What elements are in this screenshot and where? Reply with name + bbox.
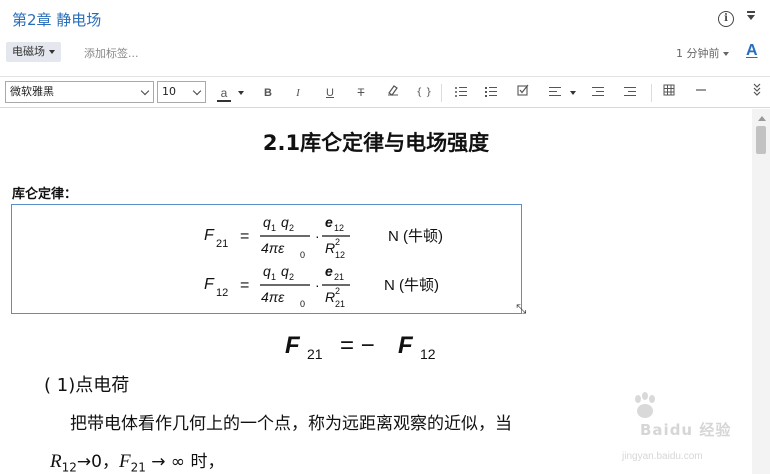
line-icon [696, 89, 706, 91]
svg-text:12: 12 [420, 346, 436, 362]
svg-text:12: 12 [334, 223, 344, 233]
svg-text:=: = [240, 277, 249, 294]
numbered-list-icon[interactable] [485, 87, 497, 97]
svg-text:q: q [263, 214, 271, 230]
chevron-down-icon [192, 86, 202, 96]
more-tools-icon[interactable] [746, 82, 768, 104]
svg-text:F: F [204, 227, 215, 244]
svg-text:=: = [240, 228, 249, 245]
svg-text:F: F [398, 332, 414, 359]
svg-text:4πε: 4πε [261, 240, 285, 256]
svg-text:0: 0 [300, 299, 305, 309]
vertical-scrollbar[interactable] [752, 109, 770, 474]
svg-text:2: 2 [289, 272, 294, 282]
checkbox-icon [517, 84, 529, 96]
outdent-icon[interactable] [592, 87, 604, 97]
baidu-watermark: Baidu 经验 jingyan.baidu.com [600, 391, 740, 471]
document-heading: 2.1库仑定律与电场强度 [262, 131, 490, 155]
bold-button[interactable]: B [257, 82, 279, 104]
font-family-value: 微软雅黑 [10, 85, 54, 98]
font-family-select[interactable]: 微软雅黑 [5, 81, 154, 103]
svg-text:·: · [315, 277, 320, 293]
svg-text:21: 21 [216, 238, 228, 250]
italic-button[interactable]: I [287, 82, 309, 104]
svg-text:12: 12 [216, 287, 228, 299]
title-bar: 第2章 静电场 i [0, 0, 770, 38]
modified-label: 1 分钟前 [676, 47, 720, 60]
svg-text:q: q [263, 263, 271, 279]
toolbar-divider [651, 84, 652, 102]
align-left-icon[interactable] [549, 87, 561, 97]
more-menu-icon[interactable] [747, 11, 755, 20]
add-tag-input[interactable]: 添加标签... [84, 45, 139, 61]
svg-text:R: R [325, 289, 335, 305]
formatting-toolbar: 微软雅黑 10 a B I U T { } [0, 76, 770, 108]
svg-text:21: 21 [307, 346, 323, 362]
font-size-value: 10 [162, 85, 176, 98]
svg-text:= −: = − [340, 332, 375, 359]
chevron-down-icon [140, 86, 150, 96]
notebook-selector[interactable]: 电磁场 [6, 42, 61, 62]
body-paragraph: 把带电体看作几何上的一个点，称为远距离观察的近似，当 [70, 414, 512, 434]
strikethrough-button[interactable]: T [350, 82, 372, 104]
font-style-button[interactable]: A [746, 42, 758, 60]
svg-text:12: 12 [335, 250, 345, 260]
grid-icon [663, 84, 675, 96]
svg-text:e: e [325, 214, 333, 230]
font-size-select[interactable]: 10 [157, 81, 206, 103]
svg-text:F: F [285, 332, 301, 359]
svg-text:q: q [281, 214, 289, 230]
horizontal-rule-icon[interactable] [690, 82, 712, 104]
scroll-up-icon[interactable] [758, 116, 766, 121]
watermark-text: Baidu 经验 [640, 421, 732, 439]
bullet-list-icon[interactable] [455, 87, 467, 97]
align-dropdown-icon[interactable] [570, 91, 576, 95]
svg-text:e: e [325, 263, 333, 279]
svg-text:0: 0 [300, 250, 305, 260]
limit-condition-line: R12→0，F21 → ∞ 时， [50, 451, 225, 474]
eraser-icon [388, 85, 398, 96]
svg-text:F: F [204, 276, 215, 293]
svg-text:2: 2 [335, 237, 340, 247]
svg-text:q: q [281, 263, 289, 279]
note-editor[interactable]: 2.1库仑定律与电场强度 库仑定律： F 21 = q 1 q 2 4πε 0 … [0, 109, 752, 474]
indent-icon[interactable] [624, 87, 636, 97]
chevron-down-icon [49, 50, 55, 54]
tag-bar: 电磁场 添加标签... 1 分钟前 A [0, 38, 770, 68]
modified-time[interactable]: 1 分钟前 [676, 45, 729, 61]
resize-handle-icon[interactable]: ⤡ [516, 302, 526, 317]
table-icon[interactable] [658, 82, 680, 104]
svg-text:2: 2 [289, 223, 294, 233]
scroll-thumb[interactable] [756, 126, 766, 154]
svg-text:1: 1 [271, 272, 276, 282]
chevron-down-icon [722, 52, 729, 56]
svg-text:N (牛顿): N (牛顿) [388, 228, 443, 245]
svg-text:2: 2 [335, 286, 340, 296]
text-color-button[interactable]: a [215, 82, 233, 104]
highlighter-icon[interactable] [382, 82, 404, 104]
coulomb-law-subhead: 库仑定律： [12, 187, 78, 202]
checklist-icon[interactable] [512, 82, 534, 104]
point-charge-heading: ( 1)点电荷 [44, 375, 130, 396]
svg-text:R: R [325, 240, 335, 256]
formula-image[interactable]: F 21 = q 1 q 2 4πε 0 · e 12 R 2 12 N (牛顿… [11, 204, 522, 314]
paw-logo-icon [635, 392, 655, 418]
notebook-label: 电磁场 [12, 45, 45, 58]
svg-text:21: 21 [335, 299, 345, 309]
svg-text:21: 21 [334, 272, 344, 282]
code-button[interactable]: { } [413, 82, 435, 104]
toolbar-divider [441, 84, 442, 102]
underline-button[interactable]: U [319, 82, 341, 104]
svg-text:·: · [315, 228, 320, 244]
svg-text:1: 1 [271, 223, 276, 233]
newton-third-law-formula: F 21 = − F 12 [285, 332, 436, 362]
svg-text:N (牛顿): N (牛顿) [384, 277, 439, 294]
note-title[interactable]: 第2章 静电场 [12, 9, 101, 30]
text-color-dropdown-icon[interactable] [238, 91, 244, 95]
watermark-url: jingyan.baidu.com [622, 451, 703, 462]
double-chevron-down-icon [753, 83, 761, 96]
svg-text:4πε: 4πε [261, 289, 285, 305]
info-icon[interactable]: i [718, 11, 734, 27]
coulomb-formula: F 21 = q 1 q 2 4πε 0 · e 12 R 2 12 N (牛顿… [204, 214, 443, 309]
